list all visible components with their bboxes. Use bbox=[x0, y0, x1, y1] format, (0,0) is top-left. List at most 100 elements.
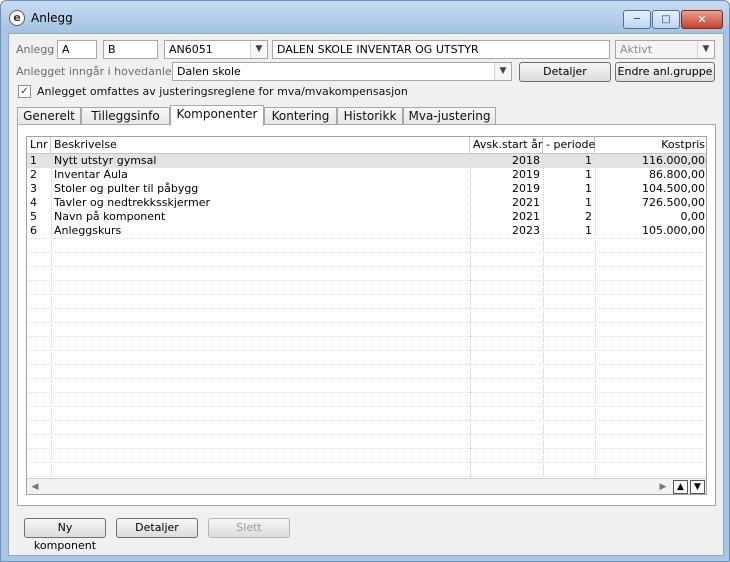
horizontal-scrollbar[interactable]: ◀ ▶ ▲ ▼ bbox=[27, 478, 706, 494]
column-header-periode[interactable]: - periode bbox=[543, 137, 595, 154]
table-row[interactable]: 2 Inventar Aula 2019 1 86.800,00 bbox=[27, 168, 706, 182]
empty-row-line bbox=[27, 280, 706, 281]
endre-anl-gruppe-button[interactable]: Endre anl.gruppe bbox=[615, 62, 715, 82]
tab-tilleggsinfo[interactable]: Tilleggsinfo bbox=[81, 107, 170, 125]
title-bar[interactable]: e Anlegg ─ □ ✕ bbox=[1, 1, 729, 33]
cell-beskrivelse: Inventar Aula bbox=[54, 168, 128, 181]
tab-mva-justering[interactable]: Mva-justering bbox=[403, 107, 496, 125]
column-header-lnr[interactable]: Lnr bbox=[27, 137, 51, 154]
anlegg-b-field[interactable]: B bbox=[103, 40, 158, 59]
cell-aar: 2021 bbox=[512, 196, 540, 209]
empty-row-line bbox=[27, 462, 706, 463]
cell-kostpris: 0,00 bbox=[680, 210, 706, 223]
detaljer-header-button[interactable]: Detaljer bbox=[519, 62, 611, 82]
empty-row-line bbox=[27, 238, 706, 239]
window-client-area: Anlegg A B AN6051 ▼ DALEN SKOLE INVENTAR… bbox=[8, 33, 724, 556]
cell-beskrivelse: Navn på komponent bbox=[54, 210, 166, 223]
cell-periode: 1 bbox=[585, 182, 592, 195]
tab-komponenter[interactable]: Komponenter bbox=[170, 105, 264, 126]
cell-beskrivelse: Anleggskurs bbox=[54, 224, 122, 237]
cell-aar: 2018 bbox=[512, 154, 540, 167]
empty-row-line bbox=[27, 308, 706, 309]
empty-row-line bbox=[27, 406, 706, 407]
column-header-kostpris[interactable]: Kostpris bbox=[595, 137, 706, 154]
cell-kostpris: 104.500,00 bbox=[642, 182, 705, 195]
chevron-down-icon[interactable]: ▼ bbox=[494, 63, 511, 80]
cell-periode: 1 bbox=[585, 196, 592, 209]
table-row[interactable]: 1 Nytt utstyr gymsal 2018 1 116.000,00 bbox=[27, 154, 706, 168]
cell-lnr: 5 bbox=[30, 210, 37, 223]
cell-periode: 1 bbox=[585, 154, 592, 167]
empty-row-line bbox=[27, 294, 706, 295]
cell-lnr: 4 bbox=[30, 196, 37, 209]
cell-periode: 2 bbox=[585, 210, 592, 223]
cell-beskrivelse: Stoler og pulter til påbygg bbox=[54, 182, 199, 195]
tab-historikk[interactable]: Historikk bbox=[337, 107, 403, 125]
cell-kostpris: 105.000,00 bbox=[642, 224, 705, 237]
anlegg-a-field[interactable]: A bbox=[57, 40, 97, 59]
cell-kostpris: 726.500,00 bbox=[642, 196, 705, 209]
mva-checkbox-label: Anlegget omfattes av justeringsreglene f… bbox=[37, 85, 408, 98]
cell-lnr: 2 bbox=[30, 168, 37, 181]
chevron-down-icon[interactable]: ▼ bbox=[250, 41, 267, 58]
empty-row-line bbox=[27, 448, 706, 449]
column-header-beskrivelse[interactable]: Beskrivelse bbox=[51, 137, 470, 154]
cell-lnr: 3 bbox=[30, 182, 37, 195]
empty-row-line bbox=[27, 476, 706, 477]
cell-kostpris: 86.800,00 bbox=[649, 168, 705, 181]
empty-row-line bbox=[27, 266, 706, 267]
window-title: Anlegg bbox=[31, 11, 73, 25]
empty-row-line bbox=[27, 322, 706, 323]
hovedanlegg-value: Dalen skole bbox=[177, 65, 241, 78]
check-icon: ✓ bbox=[20, 86, 29, 97]
tab-generelt[interactable]: Generelt bbox=[17, 107, 81, 125]
detaljer-button[interactable]: Detaljer bbox=[116, 518, 198, 538]
cell-beskrivelse: Tavler og nedtrekksskjermer bbox=[54, 196, 211, 209]
table-row[interactable]: 5 Navn på komponent 2021 2 0,00 bbox=[27, 210, 706, 224]
arrow-right-icon[interactable]: ▶ bbox=[657, 481, 669, 493]
table-row[interactable]: 3 Stoler og pulter til påbygg 2019 1 104.500… bbox=[27, 182, 706, 196]
cell-aar: 2019 bbox=[512, 182, 540, 195]
table-row[interactable]: 6 Anleggskurs 2023 1 105.000,00 bbox=[27, 224, 706, 238]
cell-periode: 1 bbox=[585, 224, 592, 237]
slett-button[interactable]: Slett bbox=[208, 518, 290, 538]
double-chevron-up-icon[interactable]: ▲ bbox=[673, 480, 688, 494]
cell-aar: 2021 bbox=[512, 210, 540, 223]
column-header-avsk-start[interactable]: Avsk.start år bbox=[470, 137, 543, 154]
cell-lnr: 1 bbox=[30, 154, 37, 167]
cell-periode: 1 bbox=[585, 168, 592, 181]
empty-row-line bbox=[27, 252, 706, 253]
cell-beskrivelse: Nytt utstyr gymsal bbox=[54, 154, 157, 167]
hovedanlegg-label: Anlegget inngår i hovedanlegg bbox=[16, 65, 186, 78]
empty-row-line bbox=[27, 336, 706, 337]
minimize-button[interactable]: ─ bbox=[623, 10, 651, 29]
empty-row-line bbox=[27, 392, 706, 393]
komponenter-grid[interactable]: Lnr Beskrivelse Avsk.start år - periode … bbox=[26, 136, 707, 495]
empty-row-line bbox=[27, 378, 706, 379]
cell-aar: 2019 bbox=[512, 168, 540, 181]
arrow-left-icon[interactable]: ◀ bbox=[29, 481, 41, 493]
app-window: e Anlegg ─ □ ✕ Anlegg A B AN6051 ▼ DALEN… bbox=[0, 0, 730, 562]
status-value: Aktivt bbox=[620, 43, 653, 56]
ny-komponent-button[interactable]: Ny komponent bbox=[24, 518, 106, 552]
anlegg-code-value: AN6051 bbox=[169, 43, 213, 56]
tab-kontering[interactable]: Kontering bbox=[264, 107, 337, 125]
chevron-down-icon: ▼ bbox=[697, 41, 714, 58]
app-logo-icon: e bbox=[9, 10, 25, 26]
double-chevron-down-icon[interactable]: ▼ bbox=[690, 480, 705, 494]
cell-kostpris: 116.000,00 bbox=[642, 154, 705, 167]
close-button[interactable]: ✕ bbox=[681, 10, 723, 29]
empty-row-line bbox=[27, 420, 706, 421]
anlegg-name-field[interactable]: DALEN SKOLE INVENTAR OG UTSTYR bbox=[272, 40, 610, 59]
anlegg-code-combo[interactable]: AN6051 ▼ bbox=[164, 40, 268, 59]
anlegg-label: Anlegg bbox=[16, 43, 55, 56]
empty-row-line bbox=[27, 434, 706, 435]
hovedanlegg-combo[interactable]: Dalen skole ▼ bbox=[172, 62, 512, 81]
komponenter-panel: Lnr Beskrivelse Avsk.start år - periode … bbox=[17, 124, 716, 506]
table-row[interactable]: 4 Tavler og nedtrekksskjermer 2021 1 726.500… bbox=[27, 196, 706, 210]
cell-lnr: 6 bbox=[30, 224, 37, 237]
empty-row-line bbox=[27, 350, 706, 351]
mva-checkbox[interactable]: ✓ bbox=[18, 85, 31, 98]
cell-aar: 2023 bbox=[512, 224, 540, 237]
maximize-button[interactable]: □ bbox=[652, 10, 680, 29]
